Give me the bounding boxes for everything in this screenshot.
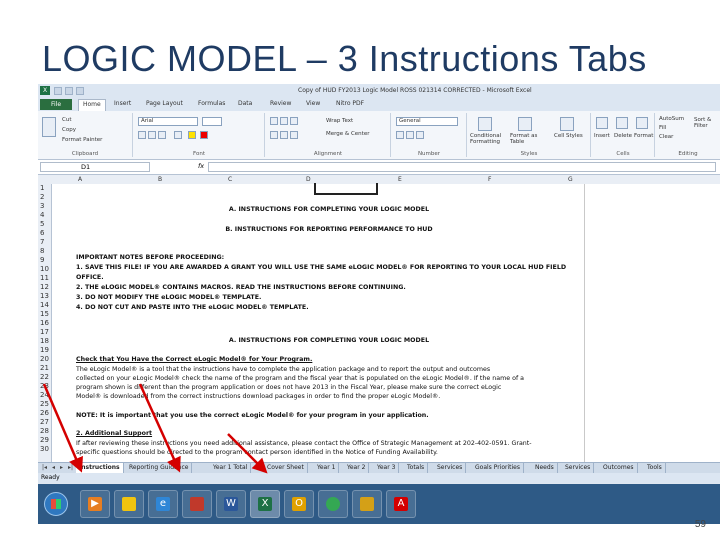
slide-page-number: 59: [694, 519, 706, 530]
arrow-to-instructions-tab: [42, 383, 83, 473]
red-arrows: [42, 383, 268, 474]
excel-screenshot: X Copy of HUD FY2013 Logic Model ROSS 02…: [38, 84, 720, 524]
arrow-to-reporting-guidance-tab: [138, 383, 181, 473]
slide-title: LOGIC MODEL – 3 Instructions Tabs: [42, 38, 647, 79]
arrow-to-third-tab: [227, 433, 268, 474]
